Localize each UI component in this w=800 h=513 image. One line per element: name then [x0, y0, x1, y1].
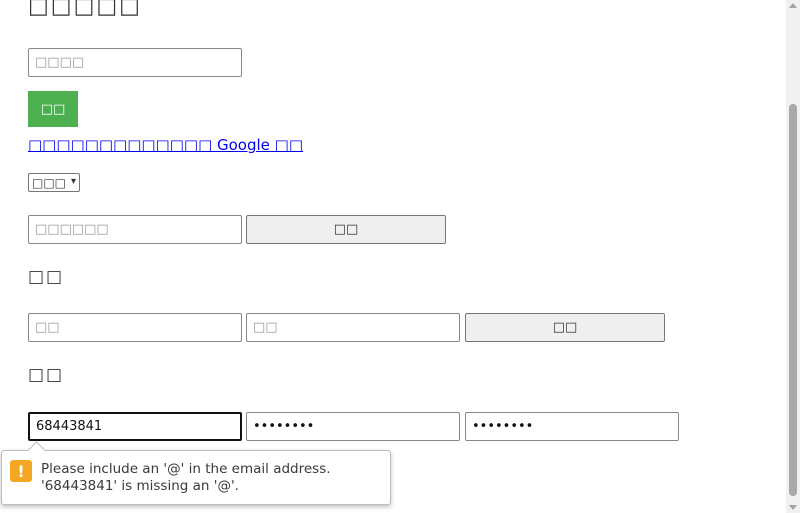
code-submit-button[interactable]: □□	[246, 215, 446, 244]
code-input[interactable]	[28, 215, 242, 244]
page-title: □□□□□	[28, 0, 142, 19]
language-select[interactable]: □□□ ▾	[28, 173, 80, 192]
google-link[interactable]: □□□□□□□□□□□□□ Google □□	[28, 136, 303, 154]
login-heading: □□	[28, 267, 65, 287]
register-confirm-password-field[interactable]	[465, 412, 679, 441]
scroll-up-icon[interactable]	[789, 3, 797, 8]
validation-message-line-1: Please include an '@' in the email addre…	[41, 461, 331, 477]
register-heading: □□	[28, 365, 65, 385]
language-select-value: □□□	[32, 175, 67, 190]
login-username-field[interactable]	[28, 313, 242, 342]
vertical-scrollbar[interactable]	[786, 0, 800, 513]
login-button[interactable]: □□	[465, 313, 665, 342]
warning-icon: !	[10, 460, 32, 482]
validation-tooltip: ! Please include an '@' in the email add…	[1, 441, 391, 505]
page: □□□□□ □□ □□□□□□□□□□□□□ Google □□ □□□ ▾ □…	[0, 0, 786, 513]
login-password-field[interactable]	[246, 313, 460, 342]
validation-message: Please include an '@' in the email addre…	[41, 461, 331, 495]
scroll-down-icon[interactable]	[789, 505, 797, 510]
register-password-field[interactable]	[246, 412, 460, 441]
validation-message-line-2: '68443841' is missing an '@'.	[41, 478, 239, 494]
chevron-down-icon: ▾	[70, 176, 76, 187]
search-input[interactable]	[28, 48, 242, 77]
register-email-field[interactable]	[28, 412, 242, 441]
search-submit-button[interactable]: □□	[28, 91, 78, 127]
scrollbar-thumb[interactable]	[789, 104, 797, 496]
tooltip-pointer	[27, 441, 46, 460]
